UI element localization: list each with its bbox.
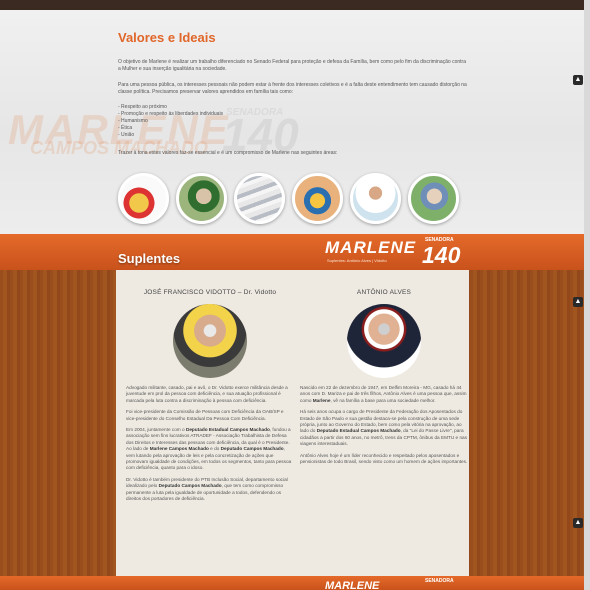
bio-paragraph: Advogado militante, casado, pai e avô, o… (126, 385, 288, 403)
logo-number: 140 (422, 242, 461, 268)
logo-name: MARLENE (325, 238, 417, 257)
logo-name: MARLENE (325, 580, 380, 590)
areas-circles (118, 173, 459, 224)
logo-senadora: SENADORA (425, 578, 454, 584)
valores-title: Valores e Ideais (118, 30, 216, 45)
suplente-antonio-alves: ANTÔNIO ALVES Nascido em 22 de dezembro … (300, 270, 468, 470)
antonio-alves-photo (347, 304, 421, 378)
valores-list: - Respeito ao próximo - Promoção e respe… (118, 104, 468, 139)
suplente-bio: Advogado militante, casado, pai e avô, o… (126, 385, 294, 503)
scroll-up-icon[interactable]: ▲ (573, 75, 583, 85)
bio-paragraph: Dr. Vidotto é também presidente do PTB I… (126, 476, 288, 502)
list-item: - Ética (118, 125, 133, 131)
list-item: - Respeito ao próximo (118, 104, 167, 110)
list-item: - União (118, 132, 135, 138)
valores-areas-intro: Trazer à tona estes valores faz-se essen… (118, 150, 338, 156)
suplente-name: JOSÉ FRANCISCO VIDOTTO – Dr. Vidotto (143, 289, 277, 296)
suplente-name: ANTÔNIO ALVES (356, 289, 412, 296)
list-item: - Promoção e respeito às liberdades indi… (118, 111, 224, 117)
scroll-up-icon[interactable]: ▲ (573, 518, 583, 528)
suplente-bio: Nascido em 22 de dezembro de 1947, em De… (300, 385, 468, 465)
list-item: - Humanismo (118, 118, 148, 124)
page-scrollbar[interactable] (584, 0, 590, 590)
area-juventude-image[interactable] (292, 173, 343, 224)
bio-paragraph: Em 2004, juntamente com o Deputado Estad… (126, 427, 292, 471)
area-saude-image[interactable] (350, 173, 401, 224)
bio-paragraph: Nascido em 22 de dezembro de 1947, em De… (300, 385, 467, 403)
area-educacao-image[interactable] (234, 173, 285, 224)
area-idoso-image[interactable] (176, 173, 227, 224)
area-familia-image[interactable] (408, 173, 459, 224)
suplentes-title: Suplentes (118, 251, 181, 266)
next-section-banner (0, 576, 584, 590)
logo-subtitle: Suplentes: Antônio Alves | Vidotto (327, 258, 387, 263)
header-strip (0, 0, 584, 10)
suplente-vidotto: JOSÉ FRANCISCO VIDOTTO – Dr. Vidotto Adv… (126, 270, 294, 508)
suplentes-banner (0, 234, 584, 270)
area-mulher-image[interactable] (118, 173, 169, 224)
marlene-logo: MARLENE SENADORA 140 Suplentes: Antônio … (325, 237, 460, 268)
suplentes-panel: JOSÉ FRANCISCO VIDOTTO – Dr. Vidotto Adv… (116, 270, 469, 576)
bio-paragraph: Foi vice-presidente da Comissão de Pesso… (126, 409, 284, 421)
vidotto-photo (173, 304, 247, 378)
scroll-up-icon[interactable]: ▲ (573, 297, 583, 307)
valores-intro: O objetivo de Marlene é realizar um trab… (118, 59, 466, 72)
bio-paragraph: Há seis anos ocupa o cargo de Presidente… (300, 409, 468, 447)
bio-paragraph: Antônio Alves hoje é um líder reconhecid… (300, 452, 468, 465)
valores-paragraph: Para uma pessoa pública, os interesses p… (118, 82, 467, 95)
valores-section: MARLENE CAMPOS MACHADO SENADORA 140 Valo… (0, 10, 584, 234)
